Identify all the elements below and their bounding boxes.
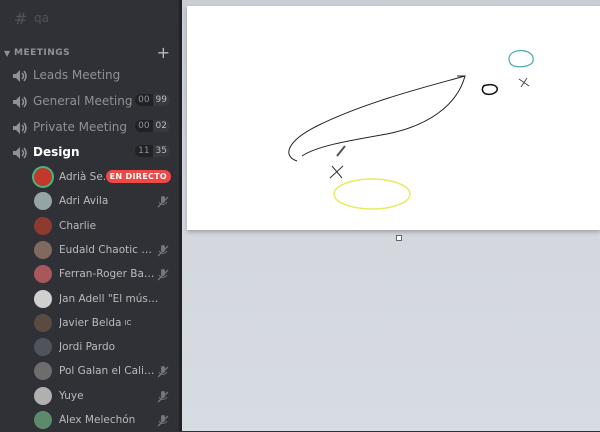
live-badge: EN DIRECTO [105,170,171,183]
avatar [34,289,52,308]
user-limit: 99 [152,94,170,106]
stream-view [182,0,600,431]
voice-channel-name: Leads Meeting [33,68,121,82]
avatar [34,386,52,405]
user-name: Adrià Se... [59,171,113,183]
user-limit-badge: 00 02 [135,120,170,132]
voice-channel-leads-meeting[interactable]: Leads Meeting [12,64,174,86]
speaker-icon [12,120,30,134]
voice-user[interactable]: Eudald Chaotic Neu... [34,239,174,261]
hash-icon: # [14,8,28,28]
chevron-down-icon: ▼ [4,48,11,58]
voice-channel-name: Private Meeting [33,120,128,134]
drawing-stroke [481,83,498,96]
drawing-stroke [518,77,530,88]
user-name: Yuye [59,389,84,402]
avatar [34,338,52,357]
user-name: Jordi Pardo [59,341,116,354]
plus-icon[interactable]: + [157,43,170,62]
drawing-stroke [329,165,344,179]
avatar [34,168,52,186]
user-count: 11 [135,145,153,157]
user-name: Charlie [59,219,97,232]
category-meetings[interactable]: ▼ MEETINGS + [4,43,174,62]
mic-muted-icon [156,413,170,427]
voice-user[interactable]: Javier Belda IC [34,312,174,334]
user-limit: 35 [152,145,170,157]
user-limit: 02 [152,120,170,132]
voice-channel-design[interactable]: Design 11 35 [12,141,174,163]
speaker-icon [12,68,30,82]
user-name: Eudald Chaotic Neu... [59,243,159,256]
voice-user[interactable]: Ferran-Roger Basart [34,263,174,285]
voice-user[interactable]: Adrià Se... EN DIRECTO [34,166,174,188]
mic-muted-icon [156,389,170,403]
mic-muted-icon [156,243,170,257]
voice-channel-private-meeting[interactable]: Private Meeting 00 02 [12,116,174,138]
avatar [34,362,52,381]
drawing-stroke [508,49,534,68]
drawing-stroke [288,75,466,162]
whiteboard-canvas[interactable] [187,6,600,241]
voice-user[interactable]: Pol Galan el Caliente [34,360,174,382]
avatar [34,240,52,259]
voice-user[interactable]: Yuye [34,385,174,407]
user-name: Ferran-Roger Basart [59,268,159,281]
user-name: Javier Belda [59,316,122,329]
channel-qa[interactable]: # qa [14,8,49,28]
voice-channel-general-meeting[interactable]: General Meeting 00 99 [12,90,174,112]
voice-user[interactable]: Jan Adell "El músicas" [34,288,174,310]
voice-user[interactable]: Charlie [34,215,174,237]
avatar [34,192,52,211]
voice-user[interactable]: Àlex Melechón [34,409,174,431]
user-name: Jan Adell "El músicas" [59,292,159,305]
mic-muted-icon [156,267,170,281]
speaker-icon [12,94,30,108]
channel-sidebar: # qa ▼ MEETINGS + Leads Meeting General M… [0,0,179,431]
user-name: Àlex Melechón [59,414,136,426]
drawing-layer [288,49,534,210]
mic-muted-icon [156,364,170,378]
user-name: Adri Avila [59,195,109,208]
avatar [34,411,52,429]
voice-channel-name: General Meeting [33,94,133,108]
voice-user[interactable]: Jordi Pardo [34,336,174,358]
speaker-icon [12,145,30,159]
category-label: MEETINGS [14,48,71,58]
drawing-stroke [336,145,346,157]
user-limit-badge: 11 35 [135,145,170,157]
avatar [34,265,52,284]
channel-name: qa [34,11,49,25]
voice-channel-name: Design [33,145,80,159]
user-name: Pol Galan el Caliente [59,365,159,378]
user-tag: IC [124,318,132,327]
avatar [34,216,52,235]
voice-user[interactable]: Adri Avila [34,190,174,212]
drawing-stroke [333,178,411,210]
user-limit-badge: 00 99 [135,94,170,106]
user-count: 00 [135,120,153,132]
resize-handle[interactable] [396,235,402,241]
avatar [34,313,52,332]
mic-muted-icon [156,194,170,208]
user-count: 00 [135,94,153,106]
